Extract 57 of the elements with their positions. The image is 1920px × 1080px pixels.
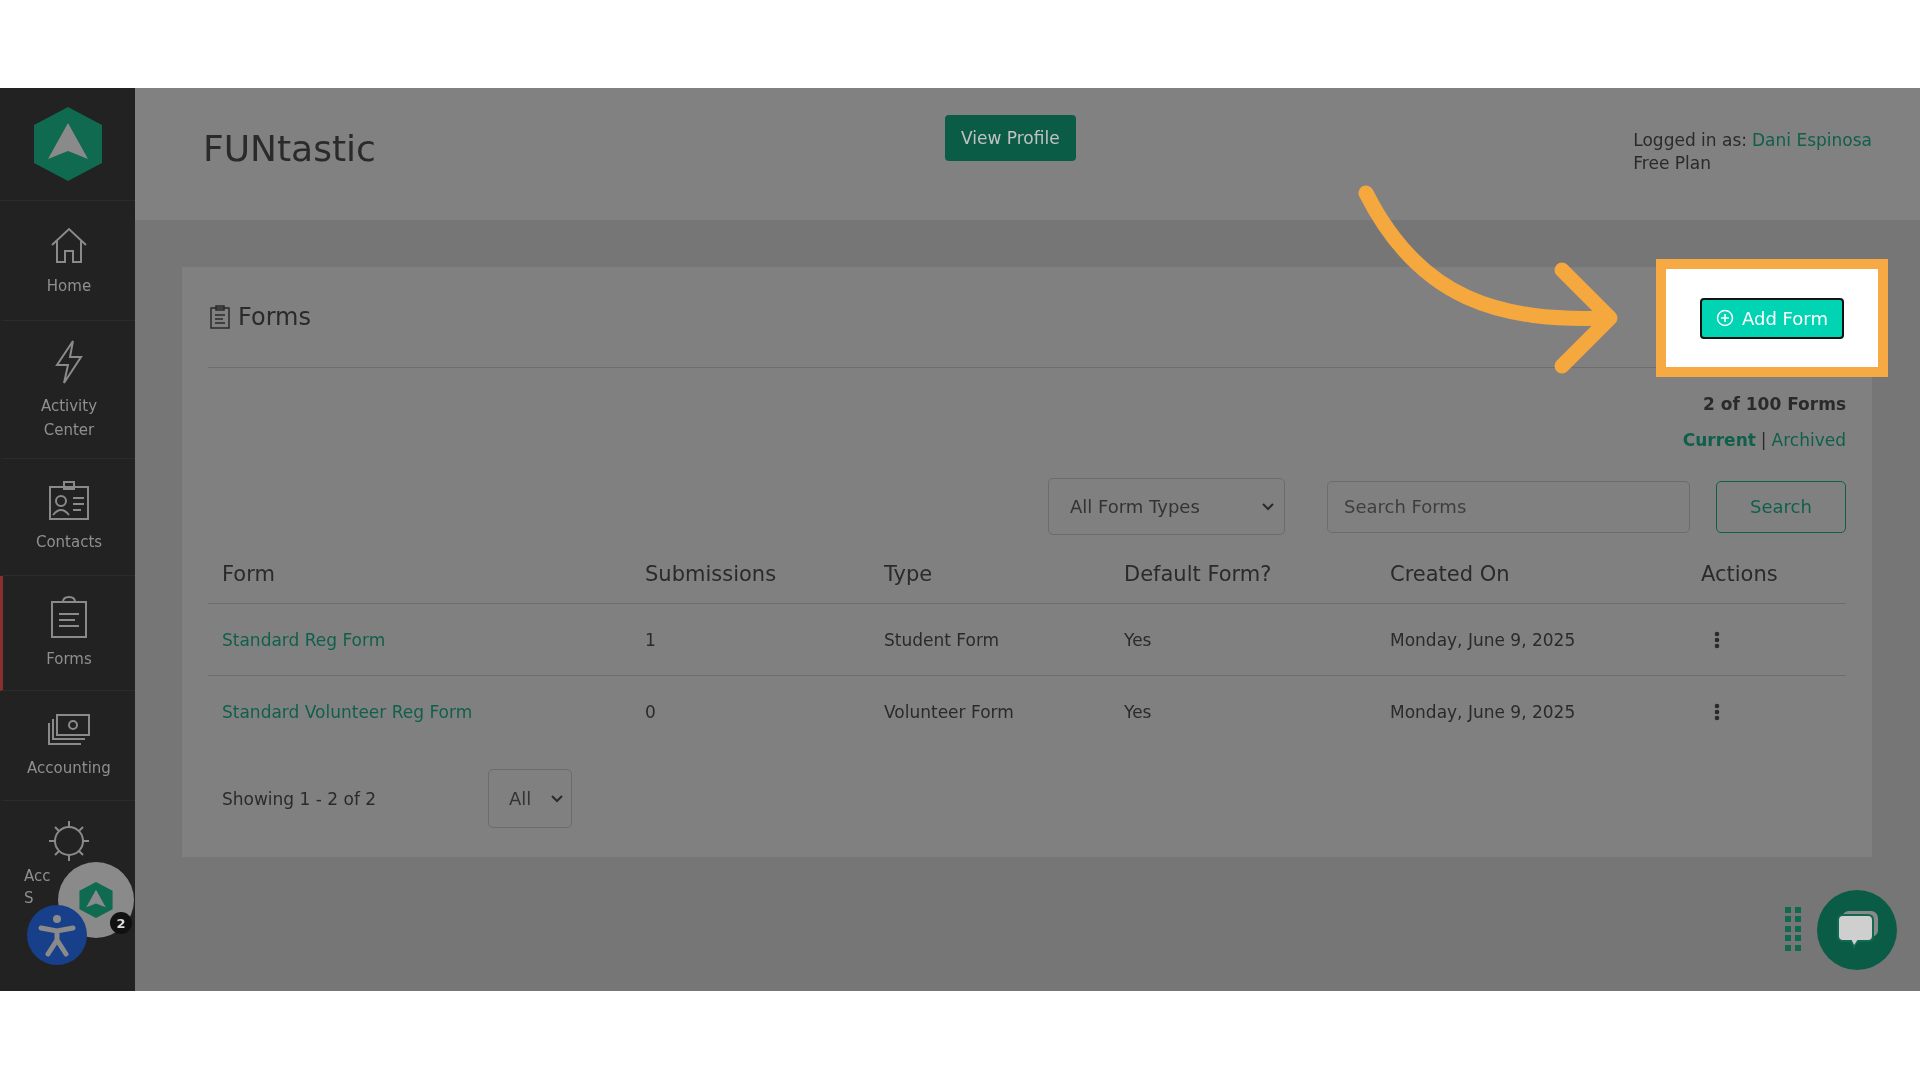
logged-in-label: Logged in as: [1633, 130, 1747, 150]
page-size-dropdown[interactable]: All [488, 769, 572, 828]
sidebar-label: Accounting [27, 757, 111, 779]
sidebar-label: Activity [40, 395, 98, 417]
sidebar-label: Contacts [35, 532, 103, 553]
search-field[interactable]: Search Forms [1327, 480, 1690, 533]
view-link[interactable]: Archived [1771, 430, 1846, 450]
panel-title: Forms [238, 303, 311, 331]
chevron-icon [1262, 502, 1274, 511]
add-form-button[interactable]: Add Form [1700, 297, 1844, 339]
table-cell-text: 1 [645, 629, 657, 650]
form-link[interactable]: Standard Volunteer Reg Form [208, 701, 645, 722]
form-count: 2 of 100 Forms [1703, 394, 1846, 414]
plus-circle-icon [1716, 309, 1735, 327]
grip-icon[interactable] [1785, 907, 1801, 951]
form-type-dropdown[interactable]: All Form Types [1048, 478, 1285, 535]
chat-icon [1834, 909, 1880, 951]
logo-icon [31, 105, 104, 183]
money-icon [47, 712, 91, 747]
sidebar-label[interactable]: Acc [24, 865, 51, 887]
pagination-summary: Showing 1 - 2 of 2 [221, 788, 378, 809]
table-cell-text: Monday, June 9, 2025 [1390, 629, 1577, 650]
column-header: Type [884, 562, 934, 586]
view-profile-button[interactable]: View Profile [945, 115, 1076, 161]
table-cell-text: Yes [1124, 701, 1153, 722]
logo-icon [78, 881, 114, 919]
sidebar-label: Center [43, 419, 95, 441]
sidebar-label: Forms [46, 649, 92, 670]
column-header: Actions [1701, 562, 1779, 586]
sidebar-label[interactable]: S [24, 887, 34, 909]
column-header: Created On [1390, 562, 1511, 586]
id-card-icon [48, 481, 90, 521]
separator: | [1760, 430, 1767, 450]
plan-label: Free Plan [1633, 153, 1712, 173]
view-link[interactable]: Current [1682, 430, 1756, 450]
user-link[interactable]: Dani Espinosa [1752, 130, 1872, 150]
accessibility-button[interactable] [27, 905, 87, 965]
search-button[interactable]: Search [1716, 480, 1846, 533]
accessibility-icon [37, 913, 77, 957]
gear-icon [47, 819, 91, 863]
table-cell-text: Monday, June 9, 2025 [1390, 701, 1577, 722]
column-header: Default Form? [1124, 562, 1273, 586]
clipboard-icon [210, 305, 230, 329]
more-icon[interactable] [1714, 630, 1720, 649]
sidebar-label: Home [46, 275, 92, 297]
column-header: Submissions [645, 562, 778, 586]
app-title: FUNtastic [203, 128, 377, 169]
column-header: Form [221, 562, 276, 586]
clipboard-icon [50, 596, 88, 638]
lightning-icon [53, 338, 85, 385]
table-cell-text: Volunteer Form [884, 701, 1015, 722]
table-cell-text: Student Form [884, 629, 1001, 650]
table-cell-text: 0 [645, 701, 657, 722]
more-icon[interactable] [1714, 702, 1720, 721]
form-link[interactable]: Standard Reg Form [208, 629, 645, 650]
table-cell-text: Yes [1124, 629, 1153, 650]
chevron-icon [551, 794, 563, 803]
